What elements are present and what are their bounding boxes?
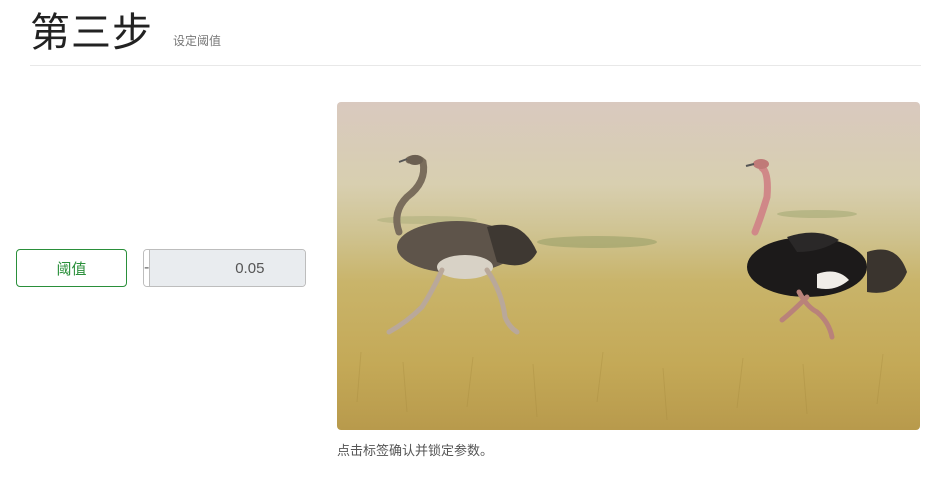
photo-caption: 点击标签确认并锁定参数。 [337, 444, 494, 459]
threshold-value-input[interactable] [150, 250, 305, 286]
ostrich-photo [337, 102, 920, 430]
page-title: 第三步 [30, 11, 153, 55]
page: 第三步 设定阈值 阈值 - + [0, 0, 950, 480]
page-subtitle: 设定阈值 [173, 34, 222, 48]
page-header: 第三步 设定阈值 [30, 6, 921, 66]
threshold-stepper: - + [143, 249, 306, 287]
threshold-button[interactable]: 阈值 [16, 249, 127, 287]
photo-illustration [337, 102, 920, 430]
